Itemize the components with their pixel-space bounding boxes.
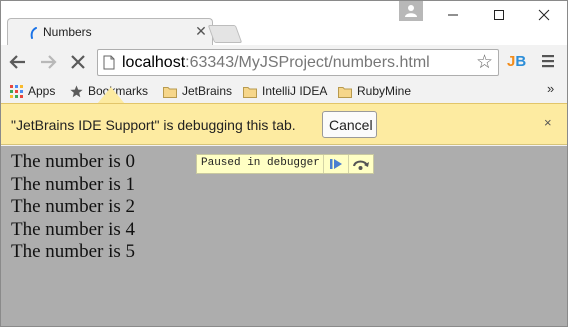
cancel-debugging-button[interactable]: Cancel: [322, 111, 377, 138]
paused-label: Paused in debugger: [201, 157, 320, 169]
loading-favicon-icon: [30, 27, 37, 39]
new-tab-button[interactable]: [207, 25, 243, 43]
close-window-icon: [538, 9, 550, 21]
number-line: The number is 4: [11, 218, 136, 240]
infobar-arrow: [97, 87, 125, 104]
page-content: The number is 0 The number is 1 The numb…: [1, 146, 567, 326]
bookmark-star-icon[interactable]: ☆: [476, 51, 493, 74]
tab-close-icon[interactable]: ✕: [193, 23, 209, 39]
bookmark-rubymine[interactable]: RubyMine: [338, 82, 411, 100]
bookmark-jetbrains-label: JetBrains: [182, 84, 233, 98]
profile-icon[interactable]: [399, 1, 423, 21]
bookmark-apps[interactable]: Apps: [10, 82, 55, 100]
back-arrow-icon[interactable]: [7, 51, 29, 73]
number-lines: The number is 0 The number is 1 The numb…: [11, 151, 135, 264]
title-bar: Numbers ✕: [1, 1, 567, 46]
step-over-icon[interactable]: [351, 157, 371, 171]
stop-loading-icon[interactable]: [67, 51, 89, 73]
infobar-close-icon[interactable]: ×: [544, 115, 552, 130]
toolbar: localhost:63343/MyJSProject/numbers.html…: [1, 45, 567, 79]
number-line: The number is 1: [11, 173, 136, 195]
page-icon: [103, 55, 115, 70]
chrome-menu-icon[interactable]: [541, 54, 555, 68]
jb-letter-b: B: [515, 53, 527, 70]
bookmark-intellij-idea[interactable]: IntelliJ IDEA: [243, 82, 327, 100]
overlay-separator: [348, 155, 349, 173]
folder-icon: [243, 87, 257, 98]
address-bar[interactable]: localhost:63343/MyJSProject/numbers.html…: [97, 49, 499, 76]
jetbrains-extension-icon[interactable]: JB: [507, 52, 529, 72]
number-line: The number is 2: [11, 196, 136, 217]
bookmark-intellij-idea-label: IntelliJ IDEA: [262, 84, 328, 98]
minimize-button[interactable]: [430, 1, 476, 31]
maximize-button[interactable]: [476, 1, 522, 31]
resume-icon[interactable]: [326, 157, 346, 171]
maximize-icon: [494, 10, 504, 20]
url-host: localhost: [122, 54, 186, 71]
minimize-icon: [448, 14, 458, 16]
debugging-infobar: "JetBrains IDE Support" is debugging thi…: [1, 103, 567, 145]
star-icon: [70, 85, 83, 98]
person-icon: [405, 5, 417, 17]
tab-title: Numbers: [43, 25, 92, 39]
more-bookmarks-chevron-icon[interactable]: »: [547, 81, 554, 96]
number-line: The number is 5: [11, 241, 136, 262]
url-text: localhost:63343/MyJSProject/numbers.html: [122, 54, 430, 72]
forward-arrow-icon[interactable]: [37, 51, 59, 73]
number-line: The number is 0: [11, 151, 136, 172]
paused-in-debugger-overlay: Paused in debugger: [196, 154, 374, 174]
bookmark-jetbrains[interactable]: JetBrains: [163, 82, 232, 100]
folder-icon: [338, 87, 352, 98]
folder-icon: [163, 87, 177, 98]
overlay-separator: [323, 155, 324, 173]
browser-window: Numbers ✕ localhost:63343/MyJSProject/nu…: [0, 0, 568, 327]
url-path: :63343/MyJSProject/numbers.html: [185, 54, 430, 71]
bookmark-rubymine-label: RubyMine: [357, 84, 412, 98]
infobar-message: "JetBrains IDE Support" is debugging thi…: [11, 117, 296, 133]
bookmarks-bar: Apps Bookmarks JetBrains IntelliJ IDEA R…: [1, 79, 567, 103]
tab-numbers[interactable]: Numbers ✕: [7, 18, 213, 46]
close-window-button[interactable]: [521, 1, 567, 31]
bookmark-apps-label: Apps: [28, 84, 56, 98]
apps-grid-icon: [10, 85, 23, 98]
